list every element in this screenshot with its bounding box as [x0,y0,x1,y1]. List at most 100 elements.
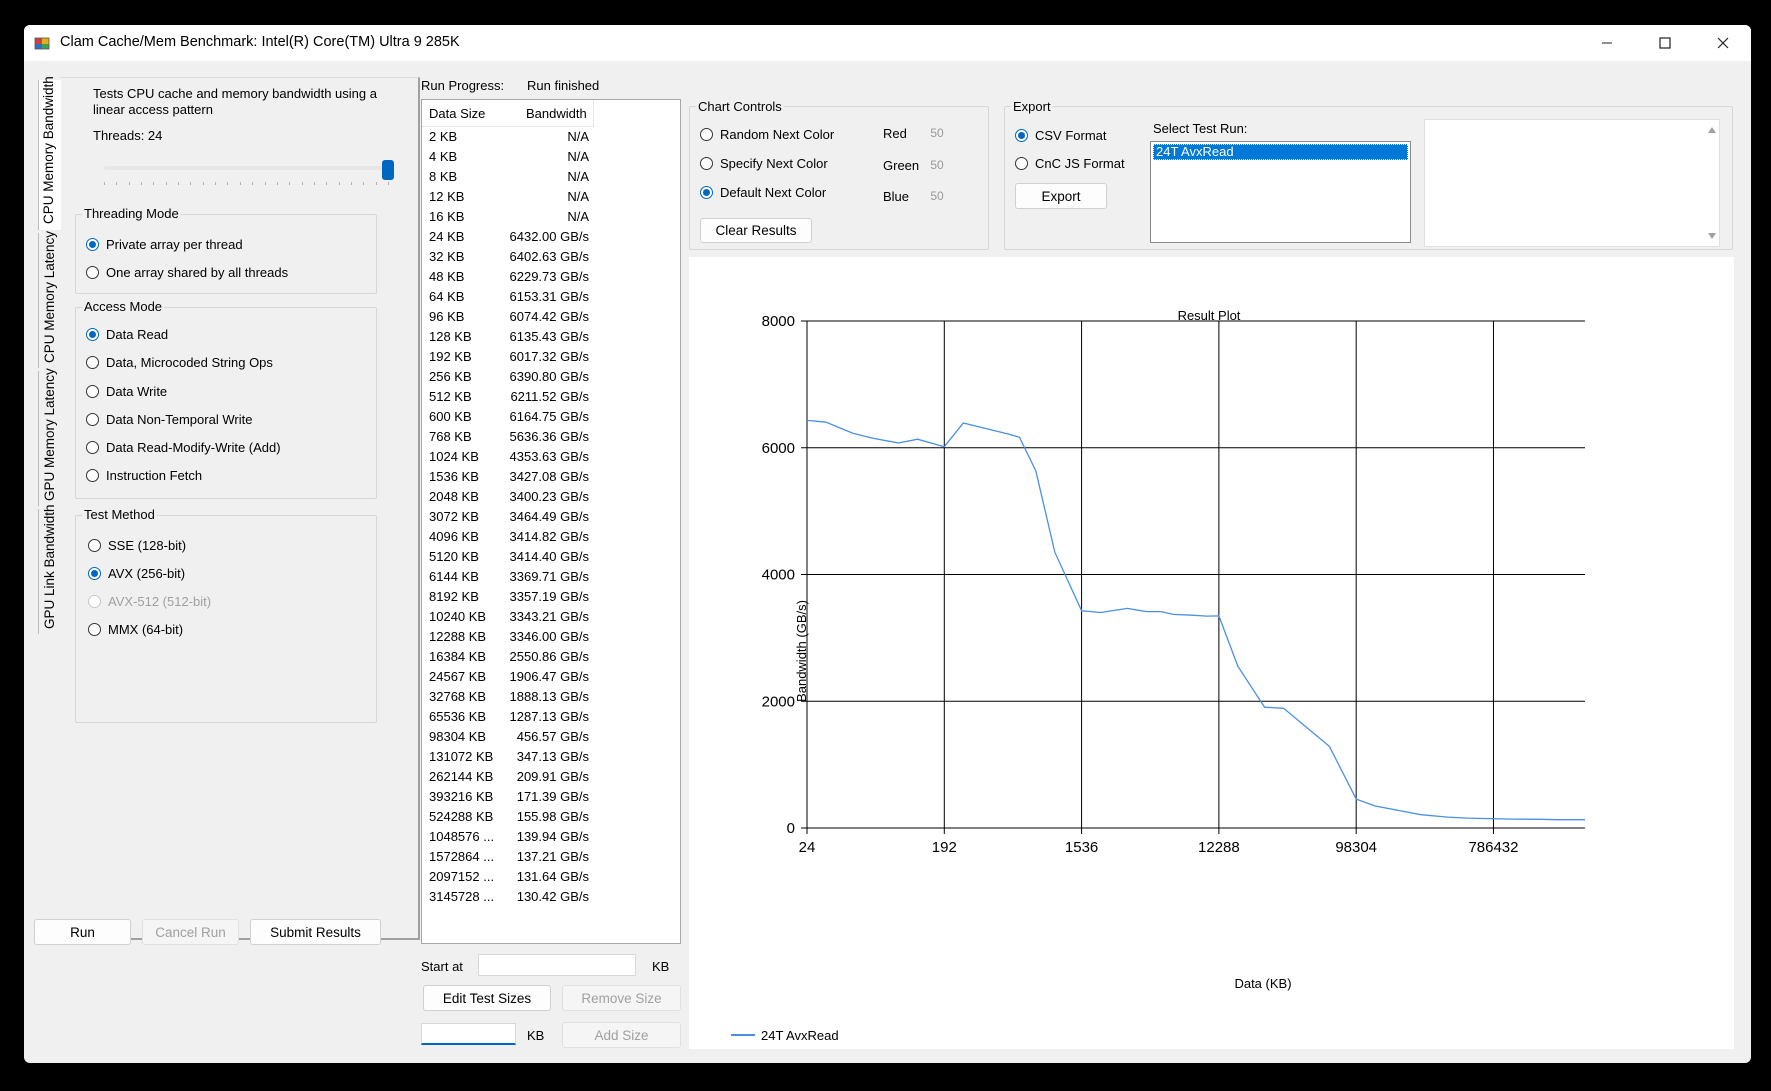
export-output-textbox[interactable] [1424,119,1720,247]
radio-specify-color[interactable]: Specify Next Color [700,156,828,171]
minimize-button[interactable] [1578,25,1636,61]
list-item[interactable]: 1024 KB 4353.63 GB/s [422,446,680,466]
green-input[interactable]: 50 [919,154,955,176]
list-item[interactable]: 32 KB 6402.63 GB/s [422,246,680,266]
row-bandwidth: 6074.42 GB/s [509,309,590,324]
slider-thumb[interactable] [382,160,394,180]
list-item[interactable]: 2048 KB 3400.23 GB/s [422,486,680,506]
list-item[interactable]: 524288 KB 155.98 GB/s [422,806,680,826]
run-button[interactable]: Run [34,919,131,945]
radio-avx[interactable]: AVX (256-bit) [88,566,185,581]
row-bandwidth: 347.13 GB/s [516,749,589,764]
slider-tick [215,182,217,185]
list-item[interactable]: 16384 KB 2550.86 GB/s [422,646,680,666]
row-bandwidth: 3400.23 GB/s [509,489,590,504]
list-item[interactable]: 64 KB 6153.31 GB/s [422,286,680,306]
list-item[interactable]: 2097152 ... 131.64 GB/s [422,866,680,886]
x-axis-label: Data (KB) [1234,976,1291,991]
list-item[interactable]: 512 KB 6211.52 GB/s [422,386,680,406]
start-at-input[interactable] [478,954,636,976]
list-item[interactable]: 3145728 ... 130.42 GB/s [422,886,680,906]
list-item[interactable]: 32768 KB 1888.13 GB/s [422,686,680,706]
radio-cnc-js-format[interactable]: CnC JS Format [1015,156,1125,171]
list-item[interactable]: 24567 KB 1906.47 GB/s [422,666,680,686]
radio-random-color[interactable]: Random Next Color [700,127,834,142]
radio-read-modify-write[interactable]: Data Read-Modify-Write (Add) [86,440,281,455]
tab-gpu-memory-latency[interactable]: GPU Memory Latency [38,368,61,506]
list-item[interactable]: 48 KB 6229.73 GB/s [422,266,680,286]
list-item[interactable]: 12288 KB 3346.00 GB/s [422,626,680,646]
list-body: 2 KB N/A 4 KB N/A 8 KB N/A 12 KB N/A 16 KB N/A 24 … [422,126,680,926]
radio-csv-format[interactable]: CSV Format [1015,128,1107,143]
list-item[interactable]: 393216 KB 171.39 GB/s [422,786,680,806]
close-icon [1717,37,1729,49]
radio-non-temporal-write[interactable]: Data Non-Temporal Write [86,412,252,427]
list-item[interactable]: 65536 KB 1287.13 GB/s [422,706,680,726]
list-item[interactable]: 128 KB 6135.43 GB/s [422,326,680,346]
run-progress-label: Run Progress: [421,78,505,93]
y-tick-label: 4000 [762,567,795,584]
list-item[interactable]: 16 KB N/A [422,206,680,226]
list-item[interactable]: 10240 KB 3343.21 GB/s [422,606,680,626]
maximize-button[interactable] [1636,25,1694,61]
row-bandwidth: N/A [567,209,589,224]
group-title: Threading Mode [82,206,181,221]
list-item[interactable]: 600 KB 6164.75 GB/s [422,406,680,426]
threads-slider[interactable] [104,160,394,190]
row-bandwidth: 6153.31 GB/s [509,289,590,304]
close-button[interactable] [1694,25,1751,61]
radio-mmx[interactable]: MMX (64-bit) [88,622,183,637]
list-item[interactable]: 4 KB N/A [422,146,680,166]
list-item[interactable]: 24 KB 6432.00 GB/s [422,226,680,246]
radio-sse[interactable]: SSE (128-bit) [88,538,186,553]
list-item[interactable]: 768 KB 5636.36 GB/s [422,426,680,446]
red-input[interactable]: 50 [919,122,955,144]
radio-default-color[interactable]: Default Next Color [700,185,826,200]
clear-results-button[interactable]: Clear Results [700,218,812,243]
list-item[interactable]: 192 KB 6017.32 GB/s [422,346,680,366]
results-list[interactable]: Data Size Bandwidth 2 KB N/A 4 KB N/A 8 KB N/… [421,99,681,944]
list-item[interactable]: 98304 KB 456.57 GB/s [422,726,680,746]
list-item[interactable]: 8 KB N/A [422,166,680,186]
list-item[interactable]: 1048576 ... 139.94 GB/s [422,826,680,846]
row-data-size: 192 KB [429,349,472,364]
row-bandwidth: 137.21 GB/s [516,849,589,864]
tab-cpu-memory-bandwidth[interactable]: CPU Memory Bandwidth [38,76,61,230]
list-item[interactable]: 256 KB 6390.80 GB/s [422,366,680,386]
test-run-item[interactable]: 24T AvxRead [1153,144,1408,160]
add-size-input[interactable] [421,1023,516,1045]
header-data-size[interactable]: Data Size [429,106,485,121]
list-item[interactable]: 1572864 ... 137.21 GB/s [422,846,680,866]
radio-shared-array[interactable]: One array shared by all threads [86,265,288,280]
slider-tick [363,182,365,185]
row-data-size: 8 KB [429,169,458,184]
radio-private-array[interactable]: Private array per thread [86,237,243,252]
list-item[interactable]: 2 KB N/A [422,126,680,146]
row-bandwidth: 4353.63 GB/s [509,449,590,464]
submit-results-button[interactable]: Submit Results [250,919,381,945]
radio-data-write[interactable]: Data Write [86,384,167,399]
radio-instruction-fetch[interactable]: Instruction Fetch [86,468,202,483]
list-item[interactable]: 5120 KB 3414.40 GB/s [422,546,680,566]
scroll-down-icon[interactable] [1707,232,1717,240]
list-item[interactable]: 6144 KB 3369.71 GB/s [422,566,680,586]
radio-microcoded-string-ops[interactable]: Data, Microcoded String Ops [86,355,273,370]
list-item[interactable]: 8192 KB 3357.19 GB/s [422,586,680,606]
radio-data-read[interactable]: Data Read [86,327,168,342]
list-item[interactable]: 96 KB 6074.42 GB/s [422,306,680,326]
list-item[interactable]: 12 KB N/A [422,186,680,206]
scroll-up-icon[interactable] [1707,126,1717,134]
header-bandwidth[interactable]: Bandwidth [526,106,587,121]
export-button[interactable]: Export [1015,183,1107,209]
list-item[interactable]: 4096 KB 3414.82 GB/s [422,526,680,546]
edit-test-sizes-button[interactable]: Edit Test Sizes [423,985,551,1011]
tab-cpu-memory-latency[interactable]: CPU Memory Latency [38,231,61,368]
test-run-list[interactable]: 24T AvxRead [1150,141,1411,243]
row-bandwidth: 6402.63 GB/s [509,249,590,264]
list-item[interactable]: 131072 KB 347.13 GB/s [422,746,680,766]
blue-input[interactable]: 50 [919,185,955,207]
list-item[interactable]: 262144 KB 209.91 GB/s [422,766,680,786]
list-item[interactable]: 1536 KB 3427.08 GB/s [422,466,680,486]
list-item[interactable]: 3072 KB 3464.49 GB/s [422,506,680,526]
tab-gpu-link-bandwidth[interactable]: GPU Link Bandwidth [38,504,61,634]
